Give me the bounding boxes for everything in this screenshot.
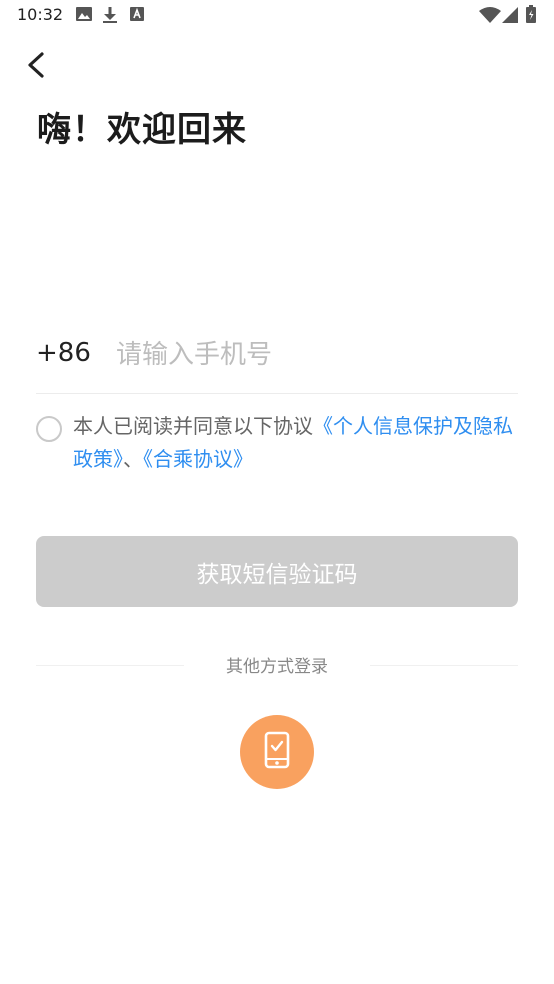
wifi-icon [479,7,501,27]
agreement-radio[interactable] [36,416,62,442]
get-sms-code-label: 获取短信验证码 [196,561,358,588]
phone-check-icon [263,731,291,773]
font-icon [129,6,145,26]
gallery-icon [75,6,93,26]
phone-number-input[interactable] [116,330,516,380]
agreement-separator: 、 [123,447,143,471]
download-icon [102,6,118,28]
back-button[interactable] [20,48,54,82]
other-login-divider: 其他方式登录 [36,652,518,678]
page-title: 嗨！欢迎回来 [37,110,247,150]
chevron-left-icon [20,52,54,86]
agreement-text: 本人已阅读并同意以下协议《个人信息保护及隐私政策》、《合乘协议》 [73,410,520,476]
battery-icon [526,5,536,27]
get-sms-code-button[interactable]: 获取短信验证码 [36,536,518,607]
phone-input-row: +86 [36,330,518,394]
agreement-prefix: 本人已阅读并同意以下协议 [73,414,313,438]
signal-icon [502,7,518,27]
phone-login-button[interactable] [240,715,314,789]
divider-line-right [370,665,518,666]
country-code[interactable]: +86 [36,338,91,368]
status-time: 10:32 [17,5,64,24]
status-bar: 10:32 [0,0,554,30]
carpool-agreement-link[interactable]: 《合乘协议》 [143,447,253,471]
